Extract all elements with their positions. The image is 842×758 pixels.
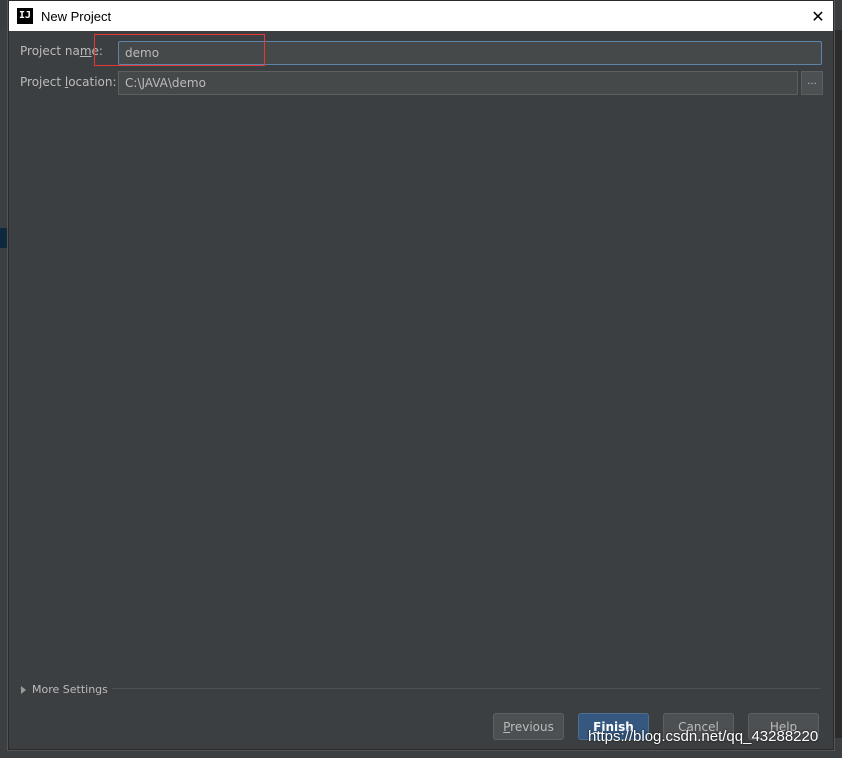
project-location-row: Project location: [20, 75, 120, 89]
close-button[interactable]: ✕ [803, 1, 833, 31]
settings-divider [20, 688, 820, 689]
more-settings-label: More Settings [32, 683, 108, 696]
dialog-titlebar[interactable]: IJ New Project ✕ [9, 1, 833, 31]
dialog-title: New Project [41, 8, 112, 24]
background-selected-row [0, 228, 8, 248]
background-editor [834, 30, 842, 758]
project-name-label: Project name: [20, 44, 103, 58]
more-settings-toggle[interactable]: More Settings [21, 683, 112, 696]
help-button[interactable]: Help [748, 713, 819, 740]
finish-button[interactable]: Finish [578, 713, 649, 740]
project-location-label: Project location: [20, 75, 117, 89]
project-name-row: Project name: [20, 44, 120, 58]
cancel-button[interactable]: Cancel [663, 713, 734, 740]
project-name-input[interactable] [118, 41, 822, 65]
intellij-icon: IJ [17, 8, 33, 24]
new-project-dialog: IJ New Project ✕ Project name: Project l… [8, 0, 834, 750]
previous-button[interactable]: Previous [493, 713, 564, 740]
browse-location-button[interactable]: ... [801, 71, 823, 95]
close-icon: ✕ [811, 6, 825, 26]
expand-triangle-icon [21, 685, 26, 694]
project-location-input[interactable] [118, 71, 798, 95]
background-project-panel [0, 30, 8, 758]
